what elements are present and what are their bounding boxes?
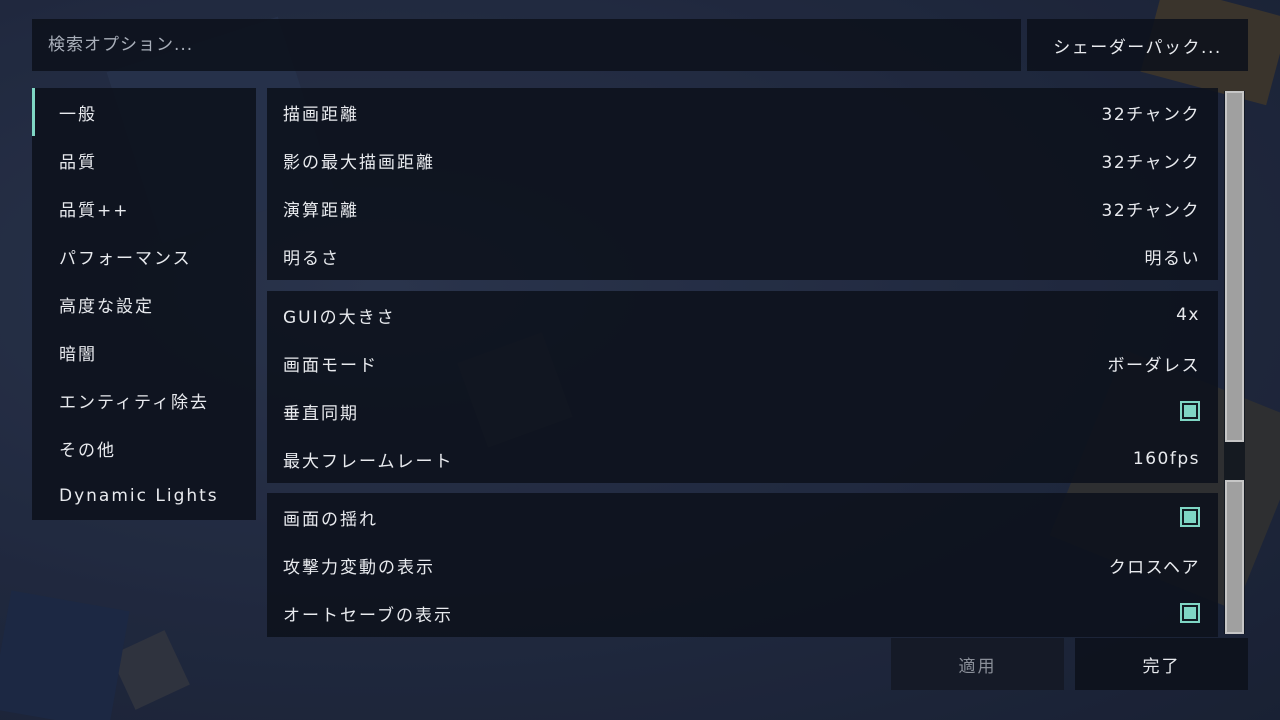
option-label: 画面の揺れ: [283, 509, 378, 530]
option-value: 32チャンク: [1101, 200, 1200, 221]
option-label: GUIの大きさ: [283, 307, 396, 328]
sidebar-item-entity-culling[interactable]: エンティティ除去: [32, 376, 256, 424]
search-box[interactable]: [32, 19, 1021, 71]
sidebar-item-quality[interactable]: 品質: [32, 136, 256, 184]
option-simulation-distance[interactable]: 演算距離 32チャンク: [267, 184, 1218, 232]
options-group: 描画距離 32チャンク 影の最大描画距離 32チャンク 演算距離 32チャンク …: [267, 88, 1218, 280]
option-autosave-indicator[interactable]: オートセーブの表示: [267, 589, 1218, 637]
shader-pack-button[interactable]: シェーダーパック...: [1027, 19, 1248, 71]
option-value: 4x: [1176, 305, 1200, 325]
sidebar-item-label: パフォーマンス: [59, 248, 192, 269]
sidebar-item-label: Dynamic Lights: [59, 486, 219, 506]
autosave-checkbox[interactable]: [1180, 603, 1200, 623]
sidebar-item-performance[interactable]: パフォーマンス: [32, 232, 256, 280]
done-label: 完了: [1142, 656, 1181, 677]
option-render-distance[interactable]: 描画距離 32チャンク: [267, 88, 1218, 136]
done-button[interactable]: 完了: [1075, 638, 1248, 690]
sidebar-item-label: 品質: [59, 152, 97, 173]
option-label: 影の最大描画距離: [283, 152, 435, 173]
option-value: ボーダレス: [1107, 355, 1200, 376]
option-vsync[interactable]: 垂直同期: [267, 387, 1218, 435]
option-label: 演算距離: [283, 200, 359, 221]
option-view-bobbing[interactable]: 画面の揺れ: [267, 493, 1218, 541]
category-sidebar: 一般 品質 品質++ パフォーマンス 高度な設定 暗闇 エンティティ除去 その他…: [32, 88, 256, 520]
sidebar-item-label: その他: [59, 440, 116, 461]
option-value: 明るい: [1144, 248, 1200, 269]
option-gui-scale[interactable]: GUIの大きさ 4x: [267, 291, 1218, 339]
option-attack-indicator[interactable]: 攻撃力変動の表示 クロスヘア: [267, 541, 1218, 589]
option-label: 描画距離: [283, 104, 359, 125]
option-label: 最大フレームレート: [283, 451, 454, 472]
sidebar-item-label: 暗闇: [59, 344, 97, 365]
vsync-checkbox[interactable]: [1180, 401, 1200, 421]
option-fullscreen-mode[interactable]: 画面モード ボーダレス: [267, 339, 1218, 387]
sidebar-item-advanced[interactable]: 高度な設定: [32, 280, 256, 328]
sidebar-item-label: 一般: [59, 104, 97, 125]
option-value: 32チャンク: [1101, 104, 1200, 125]
option-value: 160fps: [1132, 449, 1200, 469]
option-label: 画面モード: [283, 355, 378, 376]
sidebar-item-darkness[interactable]: 暗闇: [32, 328, 256, 376]
checkbox-fill: [1184, 511, 1196, 523]
scrollbar-thumb[interactable]: [1225, 480, 1244, 634]
option-value: 32チャンク: [1101, 152, 1200, 173]
option-label: 攻撃力変動の表示: [283, 557, 435, 578]
options-group: GUIの大きさ 4x 画面モード ボーダレス 垂直同期 最大フレームレート 16…: [267, 291, 1218, 483]
checkbox-fill: [1184, 607, 1196, 619]
option-label: 明るさ: [283, 248, 340, 269]
sidebar-item-dynamic-lights[interactable]: Dynamic Lights: [32, 472, 256, 520]
option-value: クロスヘア: [1108, 557, 1200, 578]
scrollbar-thumb[interactable]: [1225, 91, 1244, 442]
apply-label: 適用: [958, 656, 997, 677]
view-bobbing-checkbox[interactable]: [1180, 507, 1200, 527]
checkbox-fill: [1184, 405, 1196, 417]
option-label: オートセーブの表示: [283, 605, 453, 626]
sidebar-item-label: エンティティ除去: [59, 392, 209, 413]
sidebar-item-label: 高度な設定: [59, 296, 154, 317]
sidebar-item-other[interactable]: その他: [32, 424, 256, 472]
option-max-framerate[interactable]: 最大フレームレート 160fps: [267, 435, 1218, 483]
sidebar-item-general[interactable]: 一般: [32, 88, 256, 136]
option-label: 垂直同期: [283, 403, 359, 424]
search-input[interactable]: [32, 19, 1021, 71]
sidebar-item-quality-plus[interactable]: 品質++: [32, 184, 256, 232]
options-group: 画面の揺れ 攻撃力変動の表示 クロスヘア オートセーブの表示: [267, 493, 1218, 637]
option-brightness[interactable]: 明るさ 明るい: [267, 232, 1218, 280]
shader-pack-label: シェーダーパック...: [1053, 37, 1222, 58]
apply-button[interactable]: 適用: [891, 638, 1064, 690]
sidebar-item-label: 品質++: [59, 200, 130, 221]
option-shadow-distance[interactable]: 影の最大描画距離 32チャンク: [267, 136, 1218, 184]
